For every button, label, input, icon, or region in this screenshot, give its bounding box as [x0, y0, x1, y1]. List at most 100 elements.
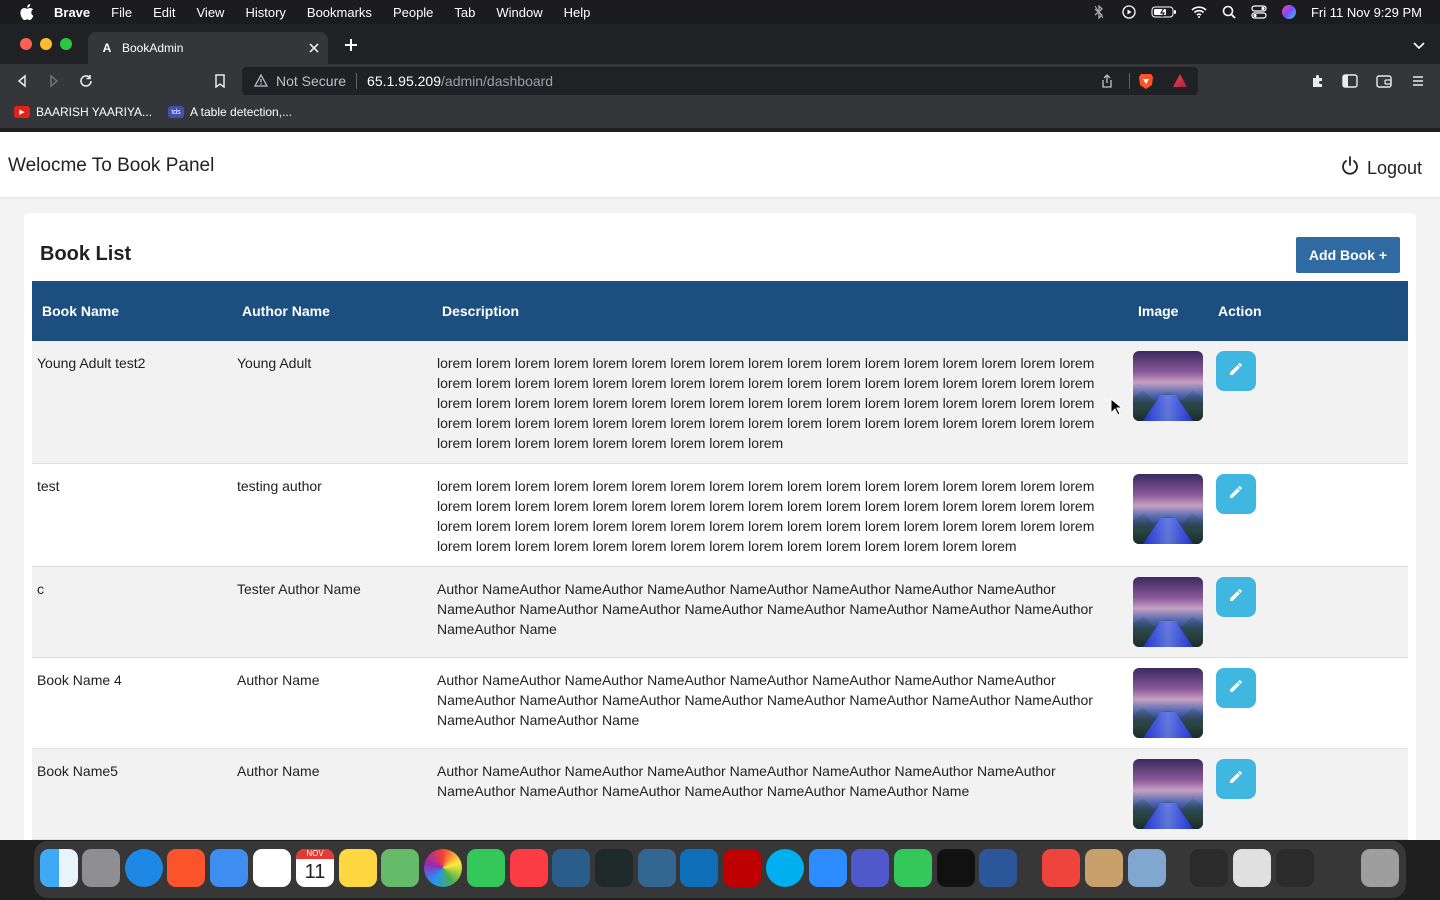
- bookmark-item[interactable]: ▶ BAARISH YAARIYA...: [14, 105, 152, 119]
- bookmark-label: A table detection,...: [190, 105, 293, 119]
- pgadmin-icon[interactable]: [638, 849, 676, 887]
- window-thumbnail-icon[interactable]: [1190, 849, 1228, 887]
- reload-icon[interactable]: [78, 73, 94, 89]
- column-header-author-name[interactable]: Author Name: [232, 281, 432, 341]
- column-header-image[interactable]: Image: [1128, 281, 1208, 341]
- url-host: 65.1.95.209: [367, 73, 442, 89]
- photos-icon[interactable]: [424, 849, 462, 887]
- book-name-cell: Young Adult test2: [32, 341, 232, 464]
- edit-book-button[interactable]: [1216, 577, 1256, 617]
- bluetooth-icon[interactable]: [1091, 5, 1107, 19]
- close-tab-icon[interactable]: [306, 40, 322, 56]
- edit-book-button[interactable]: [1216, 351, 1256, 391]
- brave-icon[interactable]: [167, 849, 205, 887]
- author-name-cell: Tester Author Name: [232, 566, 432, 658]
- column-header-action[interactable]: Action: [1208, 281, 1408, 341]
- trash-icon[interactable]: [1361, 849, 1399, 887]
- back-icon[interactable]: [14, 73, 30, 89]
- book-cover-image: [1133, 351, 1203, 421]
- brave-shields-icon[interactable]: [1138, 72, 1154, 90]
- apple-icon[interactable]: [20, 4, 36, 20]
- menu-people[interactable]: People: [393, 5, 433, 20]
- vscode-icon[interactable]: [680, 849, 718, 887]
- edit-book-button[interactable]: [1216, 474, 1256, 514]
- menu-view[interactable]: View: [197, 5, 225, 20]
- notes-icon[interactable]: [339, 849, 377, 887]
- column-header-description[interactable]: Description: [432, 281, 1128, 341]
- siri-icon[interactable]: [1281, 5, 1297, 19]
- menu-edit[interactable]: Edit: [153, 5, 175, 20]
- reminders-icon[interactable]: [253, 849, 291, 887]
- anydesk-icon[interactable]: [1042, 849, 1080, 887]
- menu-app-name[interactable]: Brave: [54, 5, 90, 20]
- mouse-cursor-icon: [1110, 397, 1124, 416]
- preview-icon[interactable]: [1128, 849, 1166, 887]
- menu-bookmarks[interactable]: Bookmarks: [307, 5, 372, 20]
- new-tab-button[interactable]: [342, 36, 360, 54]
- forward-icon[interactable]: [46, 73, 62, 89]
- filezilla-icon[interactable]: [723, 849, 761, 887]
- menu-icon[interactable]: [1410, 73, 1426, 89]
- description-cell: Author NameAuthor NameAuthor NameAuthor …: [432, 657, 1128, 749]
- window-thumbnail-icon[interactable]: [1233, 849, 1271, 887]
- wifi-icon[interactable]: [1191, 5, 1207, 19]
- menubar-datetime[interactable]: Fri 11 Nov 9:29 PM: [1311, 5, 1422, 20]
- mail-icon[interactable]: [210, 849, 248, 887]
- add-book-button[interactable]: Add Book +: [1296, 237, 1400, 273]
- extensions-icon[interactable]: [1310, 73, 1326, 89]
- menu-history[interactable]: History: [245, 5, 285, 20]
- menu-window[interactable]: Window: [496, 5, 542, 20]
- menu-tab[interactable]: Tab: [454, 5, 475, 20]
- window-thumbnail-icon[interactable]: [1276, 849, 1314, 887]
- battery-icon[interactable]: [1151, 5, 1177, 19]
- close-window-button[interactable]: [20, 38, 32, 50]
- launchpad-icon[interactable]: [82, 849, 120, 887]
- word-icon[interactable]: [979, 849, 1017, 887]
- bookmark-icon[interactable]: [212, 73, 228, 89]
- maximize-window-button[interactable]: [60, 38, 72, 50]
- maps-icon[interactable]: [381, 849, 419, 887]
- bookmark-label: BAARISH YAARIYA...: [36, 105, 153, 119]
- terminal-icon[interactable]: [937, 849, 975, 887]
- bookmark-item[interactable]: tds A table detection,...: [168, 105, 292, 119]
- mysql-workbench-icon[interactable]: [552, 849, 590, 887]
- zoom-icon[interactable]: [809, 849, 847, 887]
- logout-button[interactable]: Logout: [1341, 156, 1422, 181]
- action-cell: [1208, 748, 1408, 840]
- tab-search-chevron-icon[interactable]: [1412, 38, 1426, 52]
- author-name-cell: Author Name: [232, 748, 432, 840]
- mongodb-compass-icon[interactable]: [595, 849, 633, 887]
- edit-book-button[interactable]: [1216, 759, 1256, 799]
- browser-toolbar: Not Secure 65.1.95.209/admin/dashboard: [0, 64, 1440, 98]
- music-icon[interactable]: [510, 849, 548, 887]
- play-icon[interactable]: [1121, 5, 1137, 19]
- edit-book-button[interactable]: [1216, 668, 1256, 708]
- brave-rewards-icon[interactable]: [1172, 73, 1188, 89]
- teams-icon[interactable]: [851, 849, 889, 887]
- finder-icon[interactable]: [40, 849, 78, 887]
- column-header-book-name[interactable]: Book Name: [32, 281, 232, 341]
- share-icon[interactable]: [1100, 74, 1114, 88]
- power-icon: [1341, 156, 1359, 181]
- control-center-icon[interactable]: [1251, 5, 1267, 19]
- description-cell: Author NameAuthor NameAuthor NameAuthor …: [432, 748, 1128, 840]
- pencil-icon: [1227, 768, 1245, 791]
- menu-file[interactable]: File: [111, 5, 132, 20]
- action-cell: [1208, 463, 1408, 567]
- book-name-cell: c: [32, 566, 232, 658]
- spotlight-search-icon[interactable]: [1221, 5, 1237, 19]
- author-name-cell: testing author: [232, 463, 432, 567]
- skype-icon[interactable]: [766, 849, 804, 887]
- sidebar-icon[interactable]: [1342, 73, 1358, 89]
- calendar-icon[interactable]: NOV 11: [296, 849, 334, 887]
- wallet-icon[interactable]: [1376, 73, 1392, 89]
- table-row: Young Adult test2 Young Adult lorem lore…: [32, 341, 1408, 464]
- numbers-icon[interactable]: [894, 849, 932, 887]
- address-bar[interactable]: Not Secure 65.1.95.209/admin/dashboard: [242, 67, 1198, 95]
- facetime-icon[interactable]: [467, 849, 505, 887]
- minimize-window-button[interactable]: [40, 38, 52, 50]
- menu-help[interactable]: Help: [564, 5, 591, 20]
- safari-icon[interactable]: [125, 849, 163, 887]
- archive-utility-icon[interactable]: [1085, 849, 1123, 887]
- tab-bookadmin[interactable]: A BookAdmin: [88, 32, 328, 64]
